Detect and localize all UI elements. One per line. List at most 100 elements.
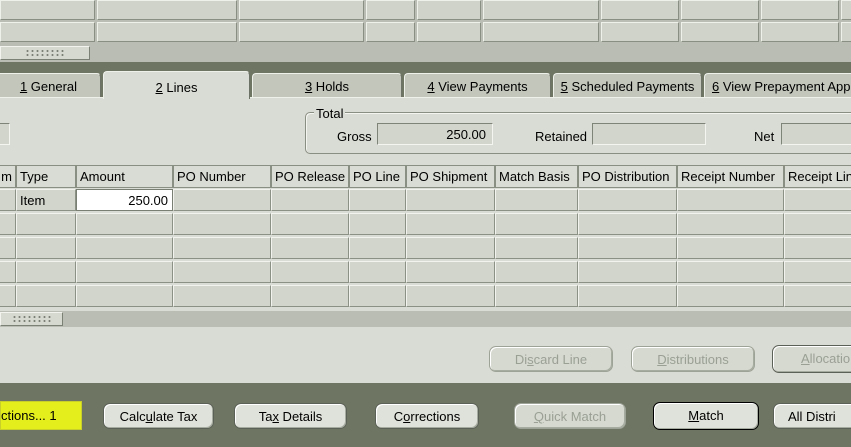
table-cell[interactable] (271, 189, 349, 211)
grid-cell[interactable] (239, 22, 364, 42)
table-cell[interactable] (677, 237, 784, 259)
table-cell[interactable] (271, 237, 349, 259)
grid-cell[interactable] (681, 0, 759, 20)
table-cell[interactable] (349, 189, 406, 211)
table-cell[interactable] (406, 237, 495, 259)
grid-cell[interactable] (601, 22, 679, 42)
table-cell[interactable]: Item (16, 189, 76, 211)
discard-line-button[interactable]: Discard Line (489, 346, 613, 372)
table-cell[interactable] (495, 285, 578, 307)
table-cell[interactable] (406, 213, 495, 235)
table-cell[interactable] (0, 213, 16, 235)
column-header-receipt-number[interactable]: Receipt Number (677, 165, 784, 188)
table-cell[interactable] (349, 285, 406, 307)
grid-cell[interactable] (681, 22, 759, 42)
table-cell[interactable] (495, 189, 578, 211)
tab-scheduled-payments[interactable]: 5 Scheduled Payments (553, 73, 702, 97)
table-cell[interactable] (406, 261, 495, 283)
table-cell[interactable] (495, 213, 578, 235)
table-cell[interactable]: 250.00 (76, 189, 173, 211)
grid-cell[interactable] (601, 0, 679, 20)
retained-field[interactable] (592, 123, 706, 145)
table-cell[interactable] (173, 261, 271, 283)
grid-cell[interactable] (417, 0, 481, 20)
table-cell[interactable] (677, 189, 784, 211)
table-cell[interactable] (76, 237, 173, 259)
table-cell[interactable] (16, 261, 76, 283)
table-cell[interactable] (578, 189, 677, 211)
table-cell[interactable] (578, 261, 677, 283)
table-cell[interactable] (173, 189, 271, 211)
table-cell[interactable] (76, 213, 173, 235)
all-distributions-button[interactable]: All Distri (773, 403, 851, 429)
table-cell[interactable] (0, 285, 16, 307)
column-header-po-shipment[interactable]: PO Shipment (406, 165, 495, 188)
tab-lines[interactable]: 2 Lines (103, 71, 250, 99)
column-header-type[interactable]: Type (16, 165, 76, 188)
grid-cell[interactable] (239, 0, 364, 20)
table-cell[interactable] (578, 285, 677, 307)
actions-button[interactable]: ctions... 1 (0, 401, 82, 430)
grid-cell[interactable] (483, 22, 599, 42)
gross-field[interactable]: 250.00 (377, 123, 493, 145)
column-header-match-basis[interactable]: Match Basis (495, 165, 578, 188)
match-button[interactable]: Match (653, 402, 759, 430)
table-cell[interactable] (349, 261, 406, 283)
table-cell[interactable] (349, 237, 406, 259)
table-cell[interactable] (784, 261, 851, 283)
upper-horizontal-scrollbar[interactable] (0, 46, 90, 60)
table-cell[interactable] (76, 285, 173, 307)
table-cell[interactable] (76, 261, 173, 283)
table-cell[interactable] (173, 213, 271, 235)
column-header-po-distribution[interactable]: PO Distribution (578, 165, 677, 188)
table-cell[interactable] (173, 237, 271, 259)
grid-cell[interactable] (0, 22, 95, 42)
column-header-amount[interactable]: Amount (76, 165, 173, 188)
distributions-button[interactable]: Distributions (631, 346, 755, 372)
table-cell[interactable] (173, 285, 271, 307)
column-header-po-line[interactable]: PO Line (349, 165, 406, 188)
grid-cell[interactable] (366, 22, 415, 42)
table-cell[interactable] (677, 213, 784, 235)
table-cell[interactable] (406, 285, 495, 307)
table-cell[interactable] (0, 261, 16, 283)
tab-view-payments[interactable]: 4 View Payments (404, 73, 551, 97)
grid-cell[interactable] (761, 22, 839, 42)
column-header-receipt-line[interactable]: Receipt Lin (784, 165, 851, 188)
column-header-po-number[interactable]: PO Number (173, 165, 271, 188)
grid-cell[interactable] (841, 22, 851, 42)
table-cell[interactable] (0, 237, 16, 259)
tab-general[interactable]: 1 General (0, 73, 101, 97)
table-cell[interactable] (0, 189, 16, 211)
grid-cell[interactable] (366, 0, 415, 20)
tax-details-button[interactable]: Tax Details (234, 403, 347, 429)
table-cell[interactable] (16, 237, 76, 259)
table-cell[interactable] (784, 213, 851, 235)
column-header-po-release[interactable]: PO Release (271, 165, 349, 188)
allocations-button[interactable]: Allocatio (772, 345, 851, 373)
column-header-num[interactable]: m (0, 165, 16, 188)
table-cell[interactable] (578, 237, 677, 259)
table-cell[interactable] (271, 213, 349, 235)
table-cell[interactable] (271, 285, 349, 307)
corrections-button[interactable]: Corrections (375, 403, 479, 429)
table-cell[interactable] (16, 213, 76, 235)
table-cell[interactable] (677, 261, 784, 283)
grid-cell[interactable] (97, 0, 237, 20)
table-cell[interactable] (406, 189, 495, 211)
table-cell[interactable] (784, 189, 851, 211)
tab-view-prepayment-app[interactable]: 6 View Prepayment App (704, 73, 851, 97)
left-edge-field[interactable] (0, 123, 10, 145)
table-cell[interactable] (677, 285, 784, 307)
grid-cell[interactable] (483, 0, 599, 20)
table-cell[interactable] (271, 261, 349, 283)
grid-cell[interactable] (0, 0, 95, 20)
table-cell[interactable] (495, 237, 578, 259)
grid-cell[interactable] (841, 0, 851, 20)
quick-match-button[interactable]: Quick Match (514, 403, 626, 429)
table-cell[interactable] (578, 213, 677, 235)
lines-horizontal-scrollbar[interactable] (0, 312, 63, 326)
grid-cell[interactable] (97, 22, 237, 42)
table-cell[interactable] (349, 213, 406, 235)
grid-cell[interactable] (761, 0, 839, 20)
